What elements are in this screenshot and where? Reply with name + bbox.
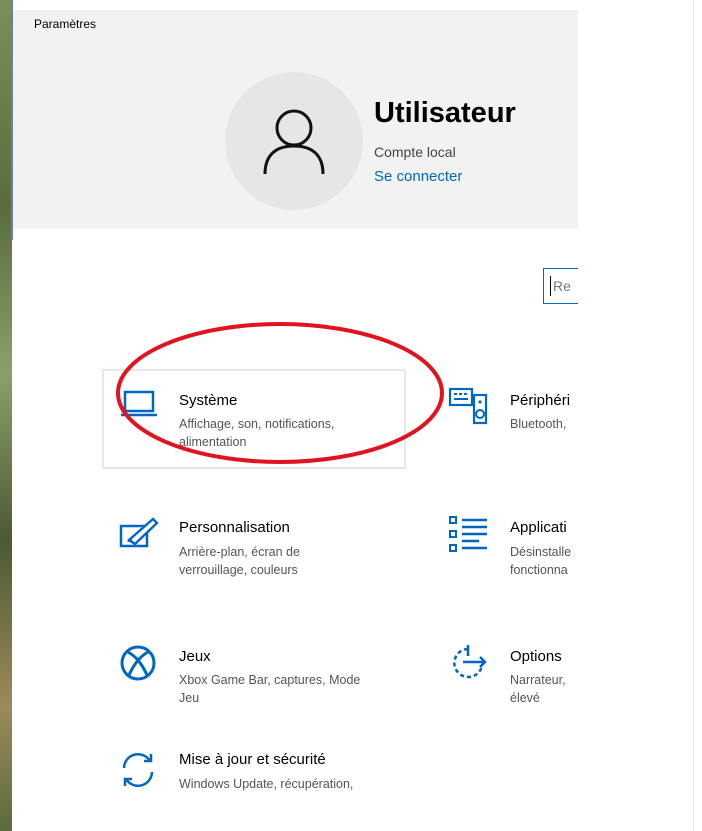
xbox-icon	[120, 645, 156, 681]
search-placeholder: Re	[553, 278, 571, 294]
category-desc-line1: Affichage, son, notifications,	[179, 417, 335, 431]
category-desc-line1: Bluetooth,	[510, 417, 567, 431]
paint-brush-icon	[119, 517, 159, 548]
category-title: Périphéri	[510, 392, 571, 409]
category-desc-line2: élevé	[510, 691, 540, 705]
update-sync-icon	[122, 752, 154, 788]
category-title: Système	[179, 392, 238, 409]
settings-window: Paramètres Utilisateur Compte local Se c…	[13, 0, 578, 831]
sign-in-link[interactable]: Se connecter	[374, 168, 462, 185]
category-desc-line1: Windows Update, récupération,	[179, 777, 354, 791]
category-desc-line1: Xbox Game Bar, captures, Mode	[179, 673, 361, 687]
category-title: Personnalisation	[179, 519, 290, 536]
ease-of-access-icon	[453, 645, 487, 679]
category-desc-line2: verrouillage, couleurs	[179, 563, 298, 577]
keyboard-speaker-icon	[448, 387, 488, 425]
category-desc-line1: Arrière-plan, écran de	[179, 545, 300, 559]
category-desc-line2: fonctionna	[510, 563, 568, 577]
category-desc-line2: Jeu	[179, 691, 200, 705]
category-options-ergonomie[interactable]: Options Narrateur, élevé	[444, 638, 578, 724]
category-applications[interactable]: Applicati Désinstalle fonctionna	[444, 508, 578, 594]
user-name: Utilisateur	[374, 97, 516, 129]
category-title: Applicati	[510, 519, 567, 536]
text-cursor	[550, 276, 551, 296]
category-title: Options	[510, 648, 562, 665]
category-desc-line1: Narrateur,	[510, 673, 566, 687]
account-type: Compte local	[374, 144, 456, 160]
category-personnalisation[interactable]: Personnalisation Arrière-plan, écran de …	[108, 508, 400, 594]
category-desc-line1: Désinstalle	[510, 545, 572, 559]
category-title: Mise à jour et sécurité	[179, 751, 326, 768]
category-peripheriques[interactable]: Périphéri Bluetooth,	[444, 378, 578, 464]
category-mise-a-jour[interactable]: Mise à jour et sécurité Windows Update, …	[108, 745, 400, 831]
category-jeux[interactable]: Jeux Xbox Game Bar, captures, Mode Jeu	[108, 638, 400, 724]
window-title: Paramètres	[34, 17, 97, 31]
category-desc-line2: alimentation	[179, 435, 247, 449]
avatar[interactable]	[225, 72, 363, 210]
laptop-icon	[121, 390, 157, 417]
divider	[693, 0, 694, 831]
category-title: Jeux	[179, 648, 211, 665]
search-input[interactable]: Re	[543, 268, 578, 304]
user-icon	[263, 109, 325, 175]
apps-list-icon	[449, 516, 487, 552]
category-systeme[interactable]: Système Affichage, son, notifications, a…	[108, 378, 400, 464]
